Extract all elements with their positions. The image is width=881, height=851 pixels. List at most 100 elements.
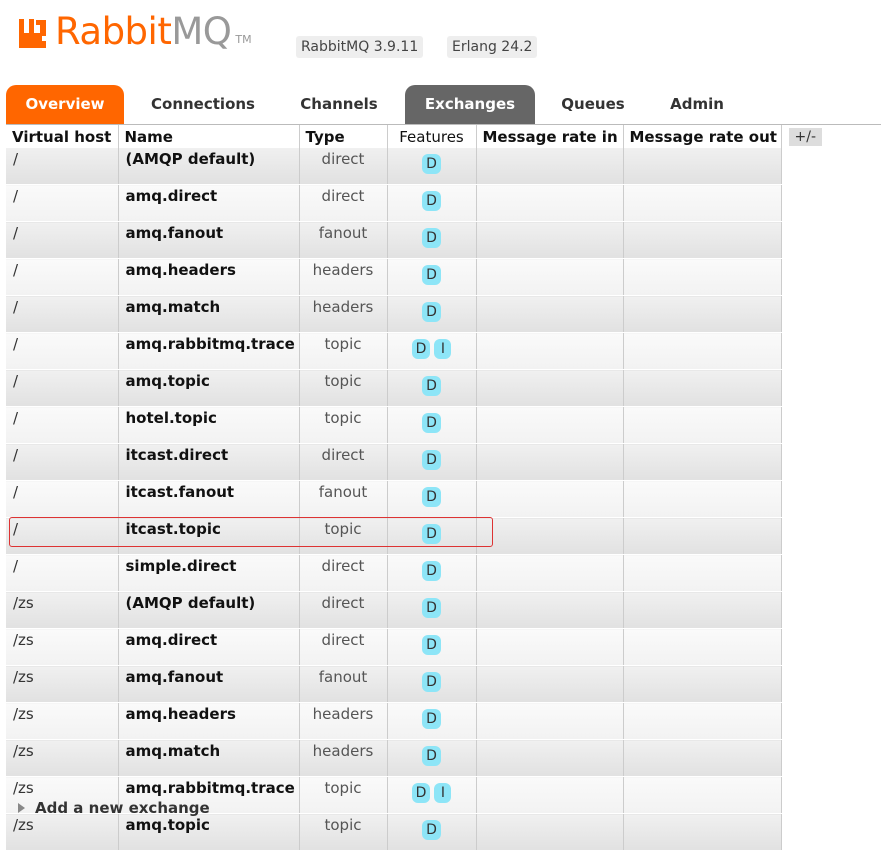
table-row[interactable]: / amq.direct direct D xyxy=(6,184,825,222)
feature-badge: D xyxy=(422,302,441,322)
expand-triangle-icon xyxy=(18,803,25,813)
table-row[interactable]: / itcast.fanout fanout D xyxy=(6,480,825,518)
feature-badge: D xyxy=(422,450,441,470)
column-header-name[interactable]: Name xyxy=(118,125,300,148)
cell-exchange-name[interactable]: simple.direct xyxy=(118,554,300,592)
cell-features: D xyxy=(387,554,477,592)
cell-features: D xyxy=(387,628,477,666)
cell-spacer xyxy=(781,517,825,555)
cell-exchange-name[interactable]: amq.topic xyxy=(118,369,300,407)
cell-message-rate-out xyxy=(623,258,782,296)
cell-exchange-name[interactable]: itcast.topic xyxy=(118,517,300,555)
cell-message-rate-out xyxy=(623,406,782,444)
cell-virtual-host: / xyxy=(6,148,119,185)
cell-spacer xyxy=(781,628,825,666)
cell-exchange-name[interactable]: amq.topic xyxy=(118,813,300,851)
cell-features: D xyxy=(387,591,477,629)
cell-virtual-host: / xyxy=(6,258,119,296)
cell-spacer xyxy=(781,702,825,740)
cell-type: direct xyxy=(299,184,388,222)
column-toggle-button[interactable]: +/- xyxy=(788,128,822,146)
tab-exchanges[interactable]: Exchanges xyxy=(405,85,535,124)
cell-exchange-name[interactable]: amq.direct xyxy=(118,184,300,222)
cell-exchange-name[interactable]: hotel.topic xyxy=(118,406,300,444)
tab-label: Overview xyxy=(25,95,105,113)
table-row[interactable]: / amq.fanout fanout D xyxy=(6,221,825,259)
table-row[interactable]: / itcast.direct direct D xyxy=(6,443,825,481)
cell-message-rate-out xyxy=(623,332,782,370)
cell-type: headers xyxy=(299,739,388,777)
cell-message-rate-out xyxy=(623,665,782,703)
tab-channels[interactable]: Channels xyxy=(284,85,394,124)
cell-spacer xyxy=(781,480,825,518)
cell-message-rate-in xyxy=(476,148,624,185)
cell-exchange-name[interactable]: amq.match xyxy=(118,739,300,777)
cell-message-rate-out xyxy=(623,628,782,666)
cell-message-rate-out xyxy=(623,148,782,185)
cell-exchange-name[interactable]: amq.fanout xyxy=(118,665,300,703)
column-header-virtual-host[interactable]: Virtual host xyxy=(6,125,119,148)
feature-badge: I xyxy=(434,783,452,803)
table-row[interactable]: / amq.topic topic D xyxy=(6,369,825,407)
cell-message-rate-in xyxy=(476,258,624,296)
cell-virtual-host: /zs xyxy=(6,628,119,666)
cell-exchange-name[interactable]: amq.fanout xyxy=(118,221,300,259)
cell-features: D xyxy=(387,443,477,481)
tab-admin[interactable]: Admin xyxy=(651,85,743,124)
cell-exchange-name[interactable]: itcast.fanout xyxy=(118,480,300,518)
feature-badge: D xyxy=(411,783,431,803)
table-row[interactable]: /zs (AMQP default) direct D xyxy=(6,591,825,629)
tab-overview[interactable]: Overview xyxy=(6,85,124,124)
cell-spacer xyxy=(781,665,825,703)
rabbitmq-logo[interactable]: RabbitMQ TM xyxy=(18,12,252,52)
cell-exchange-name[interactable]: (AMQP default) xyxy=(118,591,300,629)
cell-exchange-name[interactable]: amq.rabbitmq.trace xyxy=(118,332,300,370)
column-header-features: Features xyxy=(387,125,477,148)
cell-type: topic xyxy=(299,406,388,444)
tab-queues[interactable]: Queues xyxy=(546,85,640,124)
cell-features: D xyxy=(387,369,477,407)
table-row[interactable]: / amq.headers headers D xyxy=(6,258,825,296)
cell-type: headers xyxy=(299,702,388,740)
cell-features: D xyxy=(387,480,477,518)
cell-exchange-name[interactable]: itcast.direct xyxy=(118,443,300,481)
table-row[interactable]: / itcast.topic topic D xyxy=(6,517,825,555)
table-row[interactable]: / hotel.topic topic D xyxy=(6,406,825,444)
table-row[interactable]: /zs amq.direct direct D xyxy=(6,628,825,666)
cell-exchange-name[interactable]: amq.direct xyxy=(118,628,300,666)
cell-virtual-host: /zs xyxy=(6,739,119,777)
add-exchange-label: Add a new exchange xyxy=(35,799,210,817)
tab-label: Queues xyxy=(561,95,625,113)
cell-exchange-name[interactable]: amq.headers xyxy=(118,702,300,740)
table-row[interactable]: / amq.match headers D xyxy=(6,295,825,333)
cell-spacer xyxy=(781,369,825,407)
cell-message-rate-out xyxy=(623,480,782,518)
cell-message-rate-out xyxy=(623,702,782,740)
tab-connections[interactable]: Connections xyxy=(134,85,272,124)
header: RabbitMQ TM RabbitMQ 3.9.11 Erlang 24.2 xyxy=(18,12,878,58)
cell-message-rate-out xyxy=(623,221,782,259)
cell-spacer xyxy=(781,554,825,592)
cell-type: direct xyxy=(299,591,388,629)
table-row[interactable]: /zs amq.topic topic D xyxy=(6,813,825,851)
column-toggle: +/- xyxy=(781,125,825,148)
table-row[interactable]: /zs amq.match headers D xyxy=(6,739,825,777)
cell-message-rate-out xyxy=(623,369,782,407)
cell-message-rate-in xyxy=(476,665,624,703)
feature-badge: D xyxy=(422,709,441,729)
table-row[interactable]: / amq.rabbitmq.trace topic D I xyxy=(6,332,825,370)
table-row[interactable]: / simple.direct direct D xyxy=(6,554,825,592)
cell-exchange-name[interactable]: amq.match xyxy=(118,295,300,333)
table-row[interactable]: /zs amq.fanout fanout D xyxy=(6,665,825,703)
table-row[interactable]: /zs amq.headers headers D xyxy=(6,702,825,740)
cell-message-rate-out xyxy=(623,517,782,555)
cell-message-rate-in xyxy=(476,295,624,333)
table-row[interactable]: / (AMQP default) direct D xyxy=(6,148,825,185)
erlang-version-badge: Erlang 24.2 xyxy=(447,36,538,58)
column-header-type[interactable]: Type xyxy=(299,125,388,148)
add-exchange-section[interactable]: Add a new exchange xyxy=(18,799,210,817)
cell-message-rate-in xyxy=(476,221,624,259)
cell-exchange-name[interactable]: (AMQP default) xyxy=(118,148,300,185)
cell-type: direct xyxy=(299,443,388,481)
cell-exchange-name[interactable]: amq.headers xyxy=(118,258,300,296)
